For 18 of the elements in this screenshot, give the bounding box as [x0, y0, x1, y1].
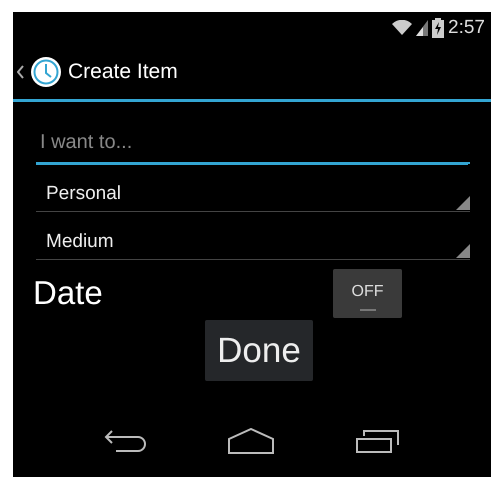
signal-icon	[416, 20, 428, 36]
dropdown-spinner[interactable]: Personal	[36, 176, 470, 212]
done-button[interactable]: Done	[205, 320, 313, 381]
wifi-icon	[392, 20, 412, 36]
dropdown-corner-icon	[456, 196, 470, 210]
dropdown-spinner[interactable]: Medium	[36, 224, 470, 260]
back-icon[interactable]	[104, 429, 146, 453]
home-icon[interactable]	[228, 428, 274, 454]
date-label: Date	[33, 274, 104, 312]
recent-apps-icon[interactable]	[356, 429, 400, 453]
date-toggle[interactable]: OFF	[333, 268, 402, 318]
clock-icon[interactable]	[30, 56, 62, 88]
screen-title: Create Item	[68, 60, 178, 84]
battery-icon	[432, 18, 444, 38]
back-caret-icon[interactable]	[17, 64, 24, 78]
task-input-field[interactable]: I want to...	[36, 116, 470, 164]
dropdown-corner-icon	[456, 244, 470, 258]
status-time: 2:57	[448, 17, 485, 39]
